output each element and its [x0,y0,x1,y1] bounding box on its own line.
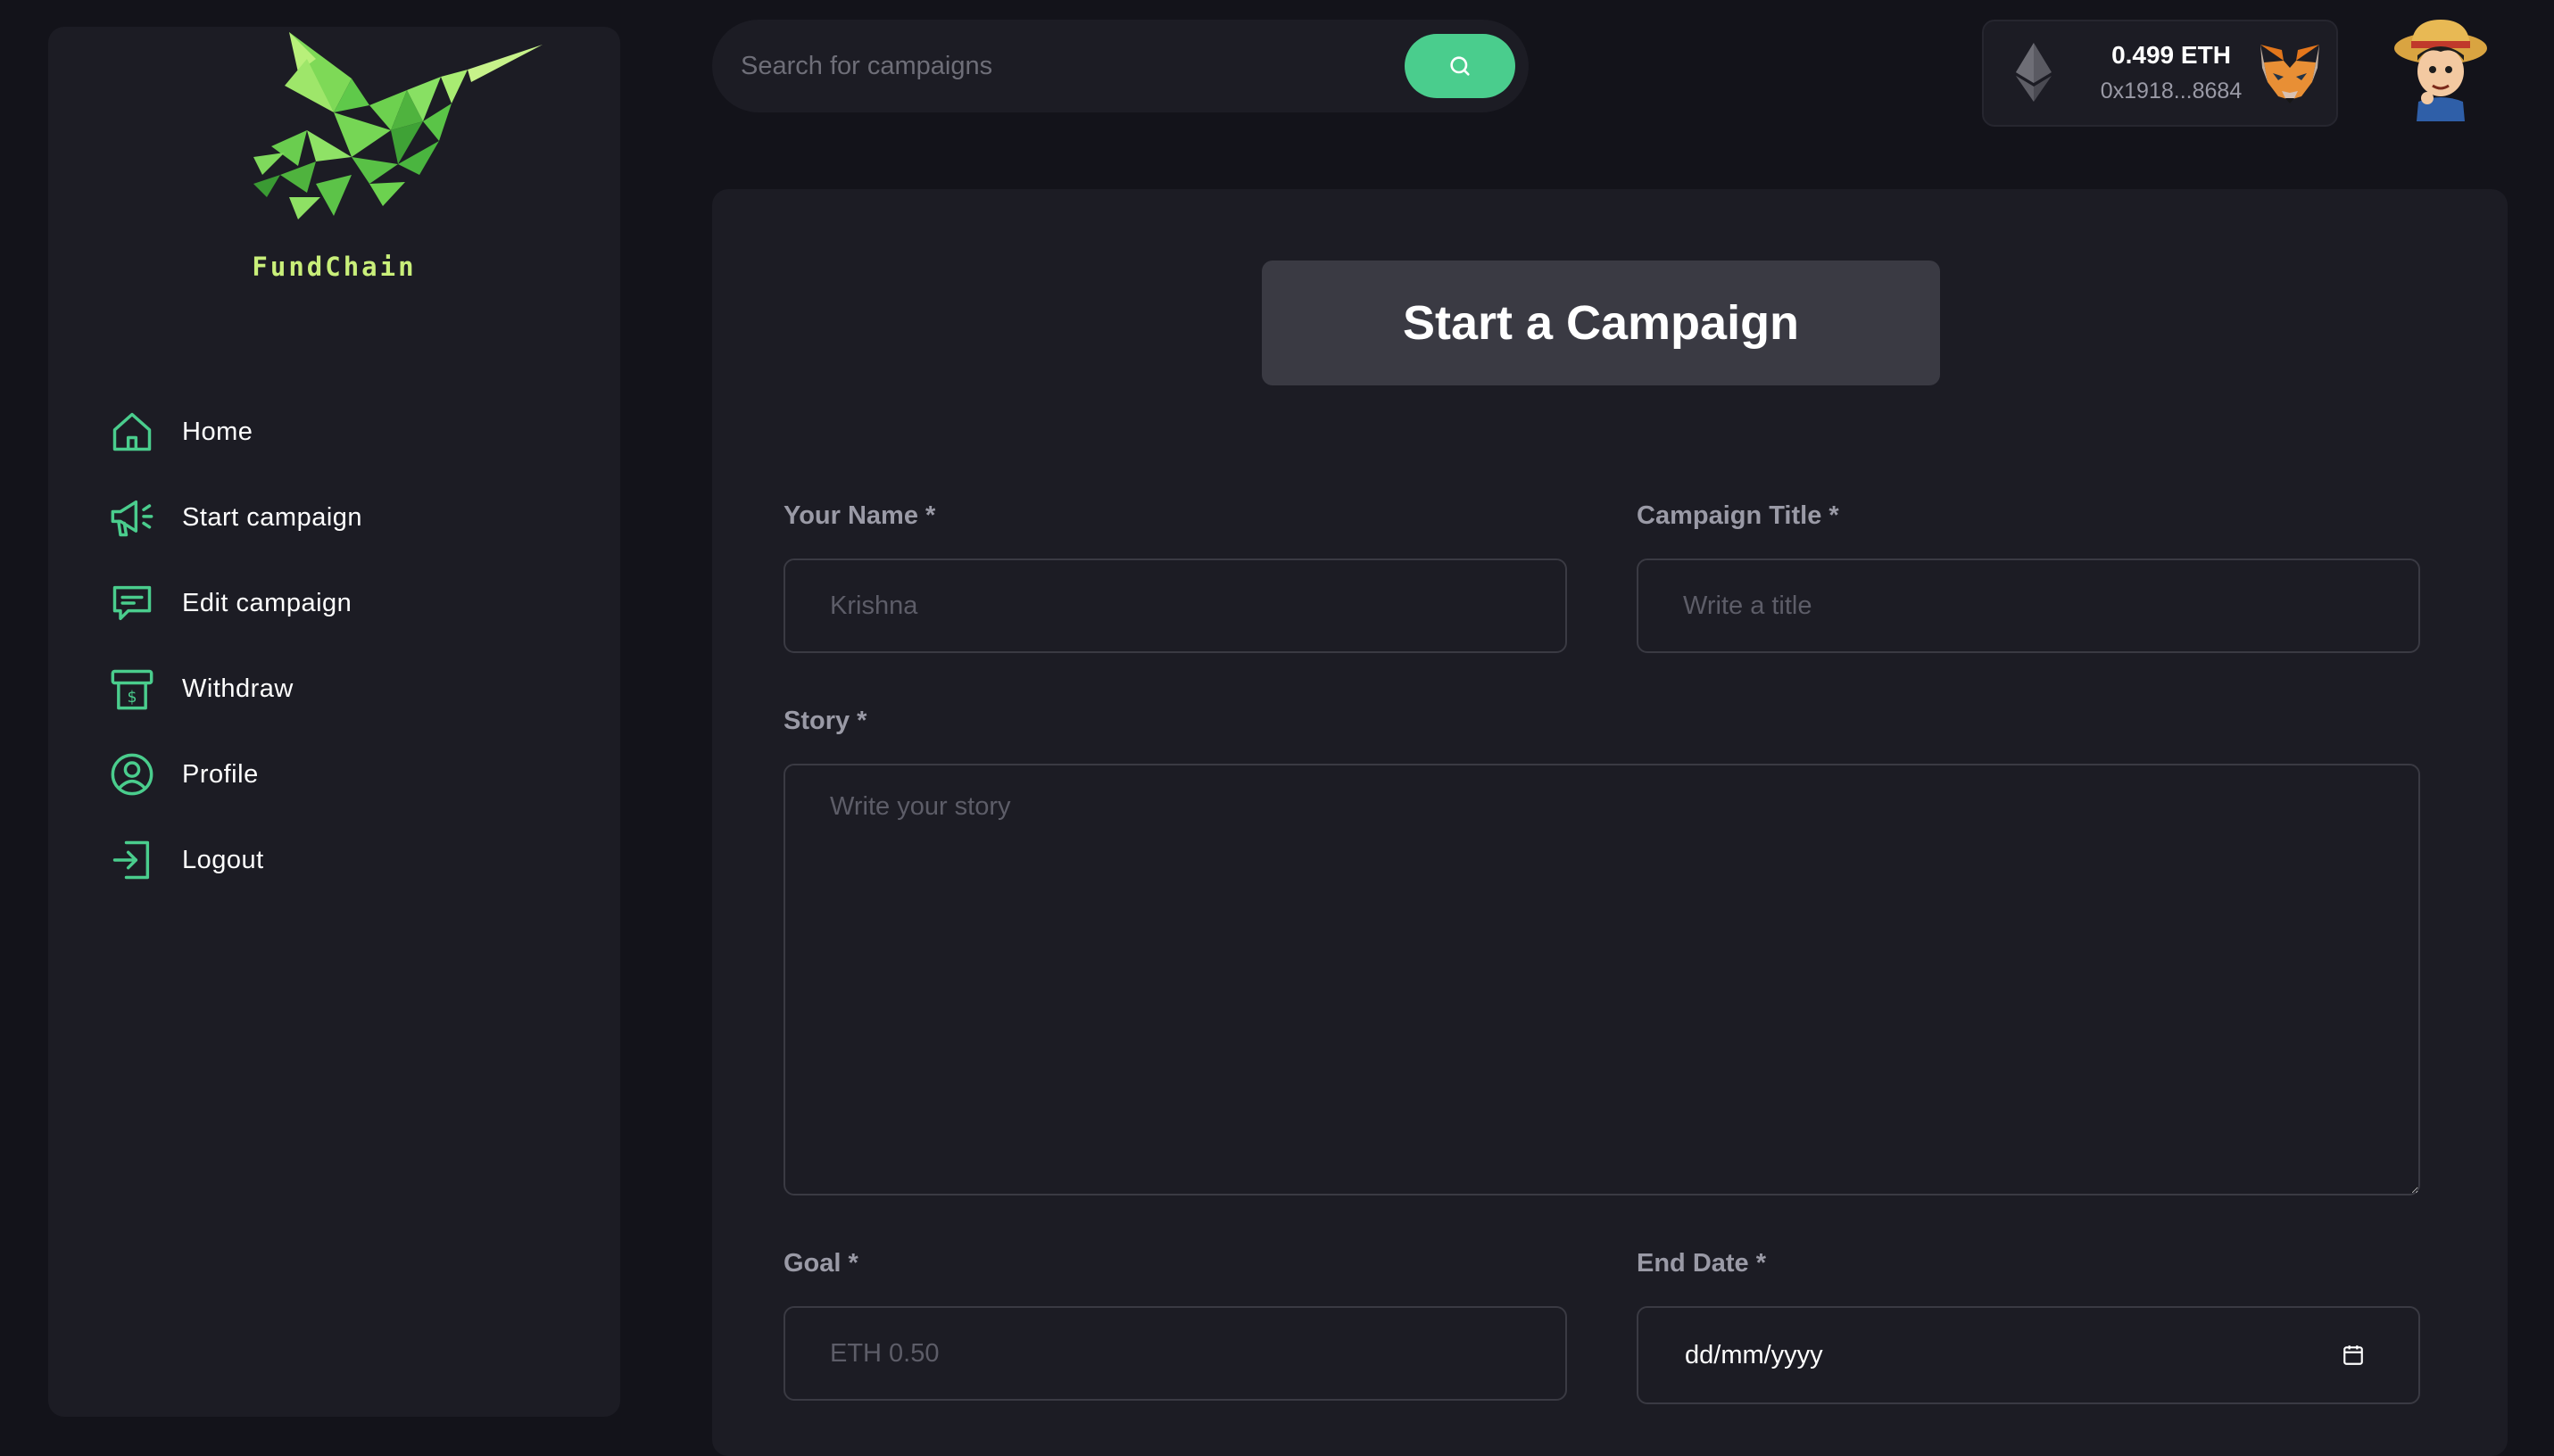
sidebar-item-profile[interactable]: Profile [105,732,362,817]
wallet-widget[interactable]: 0.499 ETH 0x1918...8684 [1982,20,2338,127]
sidebar-item-start-campaign[interactable]: Start campaign [105,475,362,560]
wallet-balance: 0.499 ETH [2111,41,2231,69]
profile-icon [105,748,159,801]
campaign-title-label: Campaign Title * [1637,501,1839,530]
page-title: Start a Campaign [1402,296,1800,350]
calendar-icon[interactable] [2342,1344,2365,1367]
story-label: Story * [784,707,867,735]
megaphone-icon [105,491,159,544]
svg-text:$: $ [127,689,137,707]
name-field[interactable] [784,558,1567,653]
end-date-field[interactable]: dd/mm/yyyy [1637,1306,2420,1404]
logout-icon [105,833,159,887]
ethereum-icon [2016,43,2052,102]
sidebar-item-logout[interactable]: Logout [105,817,362,903]
sidebar-item-label: Logout [182,845,264,874]
end-date-label: End Date * [1637,1249,1767,1278]
user-avatar[interactable] [2392,16,2490,121]
sidebar-item-label: Edit campaign [182,588,352,617]
hummingbird-logo [253,32,543,219]
sidebar-item-label: Withdraw [182,674,294,703]
search-button[interactable] [1405,34,1515,98]
name-label: Your Name * [784,501,936,530]
sidebar-item-label: Home [182,417,253,446]
goal-field[interactable] [784,1306,1567,1401]
sidebar-nav: Home Start campaign Edit campaign $ With… [105,389,362,903]
sidebar-item-label: Profile [182,759,259,789]
brand-name: FundChain [252,252,417,282]
end-date-value: dd/mm/yyyy [1685,1340,1823,1369]
search-bar [712,20,1529,112]
search-icon [1450,56,1470,76]
message-icon [105,576,159,630]
metamask-fox-icon [2260,45,2319,103]
page-title-box: Start a Campaign [1262,261,1940,385]
wallet-address: 0x1918...8684 [2100,79,2243,103]
story-field[interactable] [784,764,2420,1195]
withdraw-icon: $ [105,662,159,716]
sidebar-item-label: Start campaign [182,502,363,532]
sidebar-item-edit-campaign[interactable]: Edit campaign [105,560,362,646]
home-icon [105,405,159,459]
campaign-title-field[interactable] [1637,558,2420,653]
sidebar: FundChain Home Start campaign Edit campa… [48,27,620,1417]
goal-label: Goal * [784,1249,858,1278]
search-input[interactable] [741,39,1365,93]
sidebar-item-withdraw[interactable]: $ Withdraw [105,646,362,732]
sidebar-item-home[interactable]: Home [105,389,362,475]
campaign-form-panel: Start a Campaign Your Name * Campaign Ti… [712,189,2508,1456]
